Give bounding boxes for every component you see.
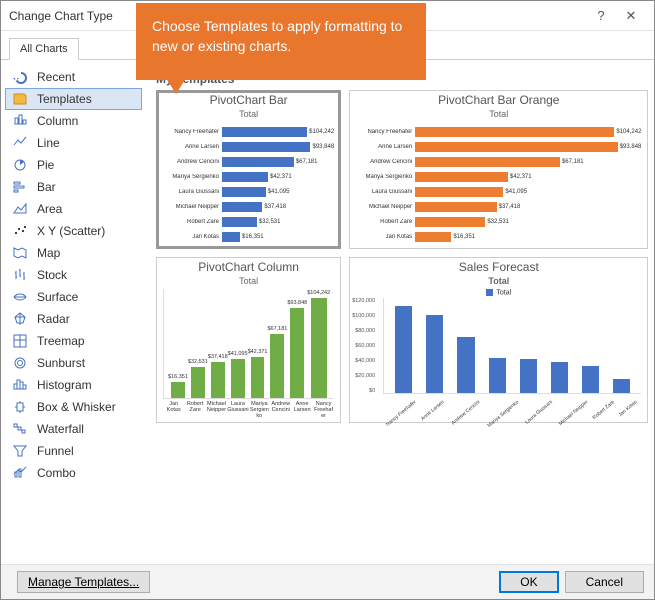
bar-icon	[11, 179, 29, 195]
chart-preview: $16,351$32,531$37,418$41,095$42,371$67,1…	[163, 289, 334, 399]
template-title: PivotChart Bar Orange	[352, 93, 645, 107]
sidebar-item-label: Stock	[37, 268, 67, 282]
sidebar-item-combo[interactable]: Combo	[5, 462, 142, 484]
sidebar-item-label: Funnel	[37, 444, 74, 458]
sidebar-item-label: Waterfall	[37, 422, 84, 436]
sidebar-item-label: Bar	[37, 180, 56, 194]
chart-preview: Nancy Freehafer$104,242Anne Larsen$93,84…	[159, 122, 338, 246]
template-title: PivotChart Column	[159, 260, 338, 274]
dialog-window: Change Chart Type ? ✕ Choose Templates t…	[0, 0, 655, 600]
line-icon	[11, 135, 29, 151]
cancel-button[interactable]: Cancel	[565, 571, 644, 593]
sidebar-item-xy[interactable]: X Y (Scatter)	[5, 220, 142, 242]
template-sales-forecast[interactable]: Sales Forecast Total Total $120,000$100,…	[349, 257, 648, 423]
sidebar-item-funnel[interactable]: Funnel	[5, 440, 142, 462]
sidebar-item-line[interactable]: Line	[5, 132, 142, 154]
manage-templates-button[interactable]: Manage Templates...	[17, 571, 150, 593]
template-title: Sales Forecast	[352, 260, 645, 274]
waterfall-icon	[11, 421, 29, 437]
pie-icon	[11, 157, 29, 173]
sunburst-icon	[11, 355, 29, 371]
surface-icon	[11, 289, 29, 305]
sidebar-item-label: Radar	[37, 312, 70, 326]
sidebar-item-recent[interactable]: Recent	[5, 66, 142, 88]
sidebar-item-surface[interactable]: Surface	[5, 286, 142, 308]
help-button[interactable]: ?	[586, 8, 616, 23]
sidebar-item-label: Combo	[37, 466, 76, 480]
sidebar-item-radar[interactable]: Radar	[5, 308, 142, 330]
sidebar-item-label: Map	[37, 246, 60, 260]
treemap-icon	[11, 333, 29, 349]
chart-y-axis: $120,000$100,000$80,000$60,000$40,000$20…	[352, 298, 377, 394]
chart-type-sidebar: Recent Templates Column Line Pie Bar Area X Y (…	[1, 60, 146, 570]
sidebar-item-label: X Y (Scatter)	[37, 224, 105, 238]
sidebar-item-map[interactable]: Map	[5, 242, 142, 264]
template-title: PivotChart Bar	[159, 93, 338, 107]
sidebar-item-histogram[interactable]: Histogram	[5, 374, 142, 396]
sidebar-item-label: Treemap	[37, 334, 85, 348]
box-icon	[11, 399, 29, 415]
sidebar-item-templates[interactable]: Templates	[5, 88, 142, 110]
templates-icon	[11, 91, 29, 107]
ok-button[interactable]: OK	[499, 571, 558, 593]
instruction-callout: Choose Templates to apply formatting to …	[136, 3, 426, 80]
template-pivotchart-column[interactable]: PivotChart Column Total $16,351$32,531$3…	[156, 257, 341, 423]
radar-icon	[11, 311, 29, 327]
chart-subtitle: Total	[352, 109, 645, 119]
recent-icon	[11, 69, 29, 85]
chart-x-labels: Jan KotasRobert ZareMichael NeipperLaura…	[163, 401, 334, 419]
sidebar-item-area[interactable]: Area	[5, 198, 142, 220]
stock-icon	[11, 267, 29, 283]
sidebar-item-treemap[interactable]: Treemap	[5, 330, 142, 352]
sidebar-item-label: Surface	[37, 290, 78, 304]
sidebar-item-column[interactable]: Column	[5, 110, 142, 132]
sidebar-item-label: Sunburst	[37, 356, 85, 370]
xy-icon	[11, 223, 29, 239]
template-pivotchart-bar-orange[interactable]: PivotChart Bar Orange Total Nancy Freeha…	[349, 90, 648, 249]
sidebar-item-bar[interactable]: Bar	[5, 176, 142, 198]
chart-x-labels: Nancy FreehaferAnne LarsenAndrew Cencini…	[383, 396, 641, 420]
sidebar-item-label: Templates	[37, 92, 92, 106]
dialog-footer: Manage Templates... OK Cancel	[1, 564, 654, 599]
sidebar-item-label: Area	[37, 202, 62, 216]
sidebar-item-waterfall[interactable]: Waterfall	[5, 418, 142, 440]
chart-preview	[383, 298, 641, 394]
chart-preview: Nancy Freehafer$104,242Anne Larsen$93,84…	[352, 122, 645, 246]
template-pivotchart-bar[interactable]: PivotChart Bar Total Nancy Freehafer$104…	[156, 90, 341, 249]
chart-subtitle: Total	[159, 276, 338, 286]
sidebar-item-label: Line	[37, 136, 60, 150]
chart-subtitle: Total	[159, 109, 338, 119]
funnel-icon	[11, 443, 29, 459]
histogram-icon	[11, 377, 29, 393]
sidebar-item-label: Pie	[37, 158, 54, 172]
sidebar-item-pie[interactable]: Pie	[5, 154, 142, 176]
close-button[interactable]: ✕	[616, 8, 646, 24]
sidebar-item-sunburst[interactable]: Sunburst	[5, 352, 142, 374]
chart-subtitle: Total	[352, 276, 645, 286]
area-icon	[11, 201, 29, 217]
sidebar-item-stock[interactable]: Stock	[5, 264, 142, 286]
sidebar-item-label: Box & Whisker	[37, 400, 116, 414]
sidebar-item-box[interactable]: Box & Whisker	[5, 396, 142, 418]
chart-legend: Total	[352, 289, 645, 296]
tab-all-charts[interactable]: All Charts	[9, 38, 79, 60]
template-gallery: My Templates PivotChart Bar Total Nancy …	[146, 60, 654, 570]
map-icon	[11, 245, 29, 261]
sidebar-item-label: Histogram	[37, 378, 92, 392]
sidebar-item-label: Column	[37, 114, 78, 128]
sidebar-item-label: Recent	[37, 70, 75, 84]
combo-icon	[11, 465, 29, 481]
column-icon	[11, 113, 29, 129]
